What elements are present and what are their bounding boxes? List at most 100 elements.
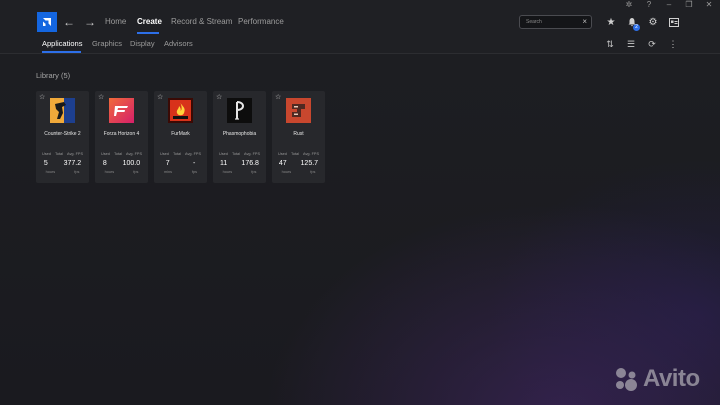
search-input[interactable]: Search × <box>519 15 592 29</box>
avg-fps: 176.8 <box>241 160 259 167</box>
label-avg-fps: Avg. FPS <box>303 152 319 156</box>
restore-icon[interactable]: ❐ <box>684 0 694 10</box>
game-name: Phasmophobia <box>222 131 257 137</box>
tab-applications[interactable]: Applications <box>42 39 82 49</box>
stat-labels: Used Total Avg. FPS <box>213 152 266 157</box>
label-used: Used <box>101 152 110 156</box>
library-title: Library (5) <box>36 71 71 80</box>
total-used: 11 <box>220 160 228 167</box>
stat-labels: Used Total Avg. FPS <box>154 152 207 157</box>
avg-fps: 100.0 <box>122 160 141 167</box>
arrow-right-icon[interactable]: → <box>84 15 96 29</box>
label-used: Used <box>42 152 51 156</box>
favorite-star-icon[interactable]: ☆ <box>98 94 104 102</box>
unit-total: hours <box>281 170 292 174</box>
game-name: Counter-Strike 2 <box>44 131 81 137</box>
stat-units: hours fps <box>36 170 89 175</box>
label-used: Used <box>160 152 169 156</box>
sub-navigation: Applications Graphics Display Advisors ⇅… <box>0 34 720 54</box>
unit-fps: fps <box>310 170 316 174</box>
label-total: Total <box>54 152 63 156</box>
game-card[interactable]: ☆ Forza Horizon 4 Used Total Avg. FPS 8 … <box>95 91 148 183</box>
help-icon[interactable]: ? <box>644 0 654 10</box>
unit-fps: fps <box>74 170 80 174</box>
list-view-icon[interactable]: ☰ <box>625 38 637 50</box>
nav-create[interactable]: Create <box>137 16 162 28</box>
label-used: Used <box>278 152 287 156</box>
unit-total: hours <box>45 170 56 174</box>
stat-labels: Used Total Avg. FPS <box>272 152 325 157</box>
clear-search-icon[interactable]: × <box>582 17 587 27</box>
notification-badge: 2 <box>633 24 640 31</box>
favorite-star-icon[interactable]: ☆ <box>216 94 222 102</box>
stat-values: 8 100.0 <box>95 159 148 168</box>
nav-performance[interactable]: Performance <box>238 16 284 28</box>
nav-home[interactable]: Home <box>105 16 126 28</box>
stat-units: mins fps <box>154 170 207 175</box>
avito-logo-icon <box>616 368 637 391</box>
stat-values: 11 176.8 <box>213 159 266 168</box>
avg-fps: 125.7 <box>300 160 319 167</box>
game-card[interactable]: ☆ FurMark Used Total Avg. FPS 7 - mins f… <box>154 91 207 183</box>
more-icon[interactable]: ⋮ <box>667 38 679 50</box>
window-controls: ✲ ? – ❐ ✕ <box>624 0 714 10</box>
unit-total: hours <box>104 170 115 174</box>
refresh-icon[interactable]: ⟳ <box>646 38 658 50</box>
unit-fps: fps <box>133 170 139 174</box>
label-avg-fps: Avg. FPS <box>126 152 142 156</box>
unit-fps: fps <box>251 170 257 174</box>
avito-watermark: Avito <box>613 365 700 393</box>
avg-fps: 377.2 <box>63 160 82 167</box>
minimize-icon[interactable]: – <box>664 0 674 10</box>
game-card[interactable]: ☆ Counter-Strike 2 Used Total Avg. FPS 5… <box>36 91 89 183</box>
search-placeholder: Search <box>526 19 542 25</box>
total-used: 5 <box>43 160 48 167</box>
tab-advisors[interactable]: Advisors <box>164 39 193 49</box>
favorite-star-icon[interactable]: ☆ <box>157 94 163 102</box>
unit-fps: fps <box>191 170 198 174</box>
amd-logo-icon[interactable] <box>37 12 57 32</box>
tab-graphics[interactable]: Graphics <box>92 39 122 49</box>
forza-horizon-icon <box>109 98 134 123</box>
stat-values: 7 - <box>154 159 207 168</box>
title-bar: ✲ ? – ❐ ✕ <box>0 0 720 10</box>
tab-display[interactable]: Display <box>130 39 155 49</box>
stat-labels: Used Total Avg. FPS <box>95 152 148 157</box>
label-total: Total <box>172 152 181 156</box>
label-avg-fps: Avg. FPS <box>185 152 201 156</box>
gear-icon[interactable]: ⚙ <box>646 15 660 29</box>
account-icon[interactable] <box>667 15 681 29</box>
game-name: FurMark <box>171 131 190 137</box>
stat-units: hours fps <box>213 170 266 175</box>
label-used: Used <box>219 152 228 156</box>
label-avg-fps: Avg. FPS <box>244 152 260 156</box>
rust-icon <box>286 98 311 123</box>
total-used: 8 <box>102 160 107 167</box>
stat-values: 47 125.7 <box>272 159 325 168</box>
star-icon[interactable]: ★ <box>604 15 618 29</box>
total-used: 7 <box>165 160 170 167</box>
label-total: Total <box>290 152 299 156</box>
sort-icon[interactable]: ⇅ <box>604 38 616 50</box>
game-card[interactable]: ☆ Phasmophobia Used Total Avg. FPS 11 17… <box>213 91 266 183</box>
avg-fps: - <box>192 160 196 167</box>
total-used: 47 <box>278 160 287 167</box>
stat-units: hours fps <box>95 170 148 175</box>
game-card[interactable]: ☆ Rust Used Total Avg. FPS 47 125.7 hour… <box>272 91 325 183</box>
phasmophobia-icon <box>227 98 252 123</box>
close-icon[interactable]: ✕ <box>704 0 714 10</box>
top-navigation: ← → Home Create Record & Stream Performa… <box>0 10 720 34</box>
furmark-icon <box>168 98 193 123</box>
stat-units: hours fps <box>272 170 325 175</box>
arrow-left-icon[interactable]: ← <box>63 15 75 29</box>
nav-record-stream[interactable]: Record & Stream <box>171 16 232 28</box>
game-name: Forza Horizon 4 <box>103 131 140 137</box>
stat-values: 5 377.2 <box>36 159 89 168</box>
game-name: Rust <box>293 131 304 137</box>
tab-active-indicator <box>42 51 81 53</box>
favorite-star-icon[interactable]: ☆ <box>275 94 281 102</box>
label-total: Total <box>231 152 240 156</box>
favorite-star-icon[interactable]: ☆ <box>39 94 45 102</box>
label-avg-fps: Avg. FPS <box>67 152 83 156</box>
bug-icon[interactable]: ✲ <box>624 0 634 10</box>
